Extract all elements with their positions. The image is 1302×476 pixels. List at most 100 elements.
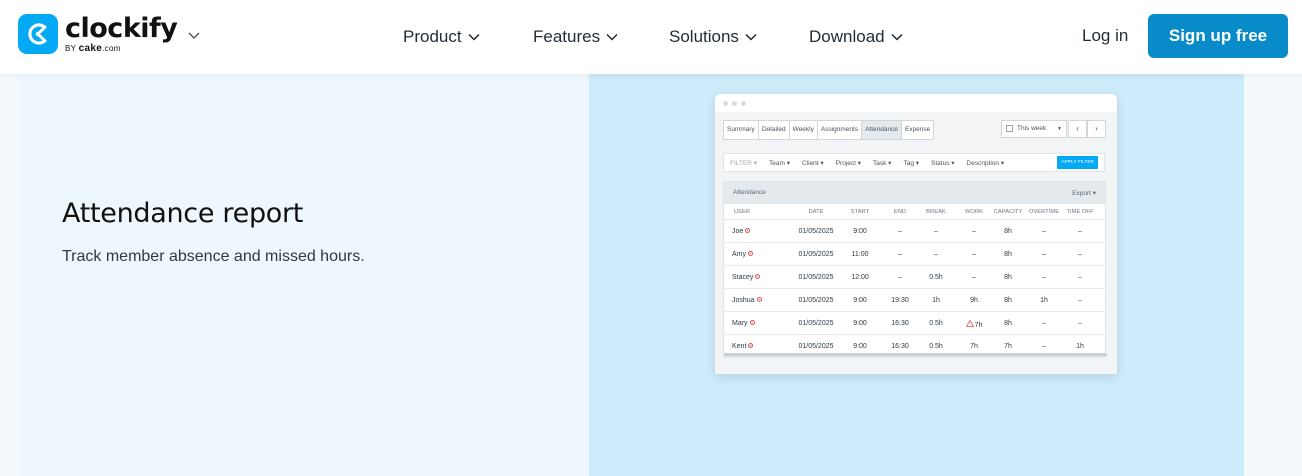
nav-solutions[interactable]: Solutions: [669, 26, 757, 48]
filter-label: Status: [931, 159, 950, 167]
column-header: OVERTIME: [1028, 209, 1060, 215]
cell-text: 0.5h: [929, 320, 943, 327]
cell-text: –: [898, 251, 902, 258]
filter-bar: FILTER ▾ Team ▾ Client ▾ Project ▾ Task ▾ Tag…: [723, 153, 1105, 172]
table-cell-user: Amy: [732, 251, 782, 258]
table-cell-user: Mary: [732, 320, 782, 327]
chevron-right-icon: ›: [1087, 120, 1106, 138]
window-dots: [723, 101, 746, 106]
cell-text: –: [1042, 274, 1046, 281]
table-cell-end: 19:30: [887, 297, 913, 304]
caret-down-icon: ▾: [818, 159, 824, 167]
brand-company: cake: [78, 43, 103, 54]
attendance-report-preview: Summary Detailed Weekly Assignments Attendan…: [715, 94, 1117, 374]
report-tab: Detailed: [759, 121, 790, 139]
chevron-left-icon: ‹: [1068, 120, 1087, 138]
nav-download[interactable]: Download: [809, 26, 903, 48]
apply-filter-button: APPLY FILTER: [1057, 156, 1098, 169]
signup-button[interactable]: Sign up free: [1148, 14, 1288, 58]
table-row: Joshua 01/05/2025 9:00 19:30 1h 9h 8h 1h –: [724, 289, 1105, 312]
table-title: Attendance: [733, 189, 766, 196]
table-cell-capacity: 8h: [992, 297, 1024, 304]
filter-label: Project: [835, 159, 856, 167]
cell-text: –: [1078, 274, 1082, 281]
cell-text: Stacey: [732, 274, 754, 281]
table-cell-timeoff: –: [1064, 297, 1096, 304]
table-cell-capacity: 8h: [992, 251, 1024, 258]
login-link[interactable]: Log in: [1082, 26, 1128, 46]
filter-dropdown: Task ▾: [873, 159, 891, 167]
absence-status-icon: [749, 320, 755, 325]
table-cell-overtime: 1h: [1027, 297, 1061, 304]
report-tab: Assignments: [818, 121, 863, 139]
caret-down-icon: ▾: [751, 159, 757, 167]
site-header: clockify BY cake.com Product Features So…: [0, 0, 1302, 74]
report-body: Summary Detailed Weekly Assignments Attendan…: [715, 112, 1117, 374]
table-cell-capacity: 8h: [992, 228, 1024, 235]
cell-text: 12:00: [851, 274, 869, 281]
table-cell-timeoff: 1h: [1064, 343, 1096, 350]
report-tab: Attendance: [862, 121, 902, 139]
cell-text: 01/05/2025: [798, 343, 834, 350]
cell-text: 8h: [1004, 274, 1012, 281]
table-cell-timeoff: –: [1064, 320, 1096, 327]
table-cell-end: –: [887, 251, 913, 258]
filter-dropdown: Tag ▾: [903, 159, 919, 167]
caret-down-icon: ▾: [784, 159, 790, 167]
attendance-table: Attendance Export ▾ USER DATE START END BREA…: [723, 181, 1107, 358]
table-row: Mary 01/05/2025 9:00 16:30 0.5h 7h 8h – –: [724, 312, 1105, 335]
nav-solutions-label: Solutions: [669, 27, 739, 46]
table-cell-timeoff: –: [1064, 274, 1096, 281]
filter-dropdown: FILTER ▾: [730, 159, 757, 167]
caret-down-icon: ▾: [886, 159, 892, 167]
caret-down-icon: ▾: [999, 159, 1005, 167]
nav-features[interactable]: Features: [533, 26, 618, 48]
chevron-down-icon: [606, 33, 618, 41]
nav-product-label: Product: [403, 27, 462, 46]
table-cell-overtime: –: [1027, 320, 1061, 327]
cell-text: –: [972, 274, 976, 281]
caret-down-icon: ▼: [1057, 126, 1062, 132]
date-range-picker: This week ▼: [1001, 120, 1067, 138]
feature-description: Track member absence and missed hours.: [62, 248, 365, 265]
table-cell-work: 7h: [963, 343, 985, 350]
table-cell-date: 01/05/2025: [794, 320, 838, 327]
nav-product[interactable]: Product: [403, 26, 480, 48]
report-tab: Expense: [904, 126, 931, 133]
table-cell-user: Kent: [732, 343, 782, 350]
table-cell-break: 0.5h: [923, 320, 949, 327]
feature-title: Attendance report: [62, 198, 304, 229]
column-header: START: [850, 209, 870, 215]
nav-download-label: Download: [809, 27, 885, 46]
cell-text: 8h: [1004, 320, 1012, 327]
cell-text: –: [1042, 251, 1046, 258]
filter-label: FILTER: [730, 159, 752, 167]
cell-text: Amy: [732, 251, 746, 258]
table-row: Joe 01/05/2025 9:00 – – – 8h – –: [724, 220, 1105, 243]
table-cell-timeoff: –: [1064, 228, 1096, 235]
chevron-down-icon[interactable]: [187, 30, 201, 40]
table-cell-overtime: –: [1027, 228, 1061, 235]
table-cell-start: 9:00: [847, 297, 873, 304]
cell-text: Mary: [732, 320, 748, 327]
column-header: DATE: [808, 209, 824, 215]
cell-text: 1h: [1076, 343, 1084, 350]
filter-label: Description: [966, 159, 1000, 167]
cell-text: 11:00: [851, 251, 869, 258]
table-cell-date: 01/05/2025: [794, 228, 838, 235]
filter-dropdown: Client ▾: [802, 159, 824, 167]
table-cell-start: 11:00: [847, 251, 873, 258]
brand-name[interactable]: clockify: [65, 13, 178, 44]
cell-text: –: [898, 228, 902, 235]
cell-text: 7h: [974, 322, 983, 329]
cell-text: 01/05/2025: [798, 274, 834, 281]
column-header: TIME OFF: [1066, 209, 1094, 215]
cell-text: –: [1042, 228, 1046, 235]
absence-status-icon: [755, 274, 761, 279]
table-cell-end: 16:30: [887, 343, 913, 350]
clockify-logo-icon[interactable]: [18, 14, 58, 54]
column-header: CAPACITY: [993, 209, 1023, 215]
brand-byline: BY cake.com: [65, 43, 121, 54]
date-range-label: This week: [1017, 125, 1047, 132]
cell-text: 9:00: [853, 228, 867, 235]
